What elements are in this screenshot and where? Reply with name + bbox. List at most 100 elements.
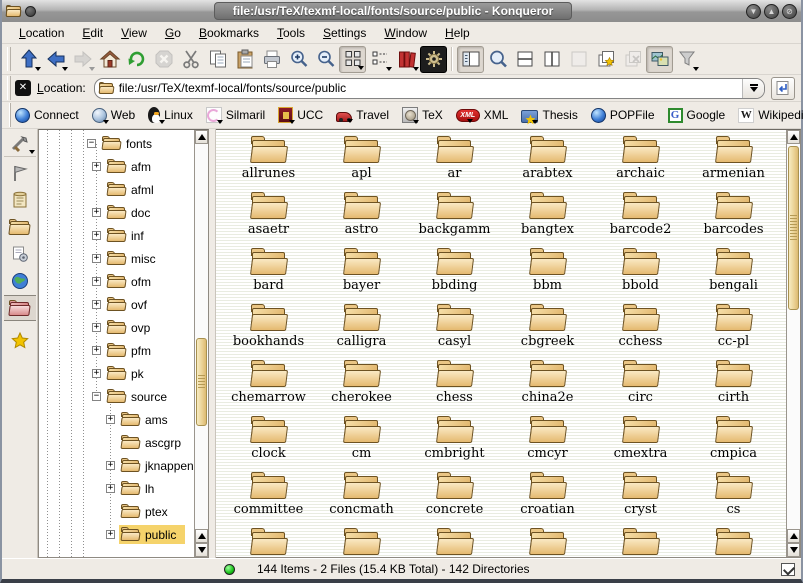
toolbar-grabber[interactable] <box>7 76 11 100</box>
menu-item[interactable]: Window <box>375 24 436 42</box>
multicolumn-view-button[interactable] <box>393 46 420 73</box>
bookmark-item[interactable]: XML XML <box>456 108 509 122</box>
folder-item[interactable]: china2e <box>501 360 594 416</box>
menu-item[interactable]: View <box>112 24 156 42</box>
folder-item[interactable]: armenian <box>687 136 780 192</box>
scrollbar-thumb[interactable] <box>788 146 799 310</box>
folder-item[interactable]: cherokee <box>315 360 408 416</box>
folder-item[interactable]: bengali <box>687 248 780 304</box>
reload-button[interactable] <box>123 46 150 73</box>
toolbar-grabber[interactable] <box>9 103 11 127</box>
folder-item[interactable]: cmbright <box>408 416 501 472</box>
menu-item[interactable]: Bookmarks <box>190 24 268 42</box>
folder-item[interactable]: apl <box>315 136 408 192</box>
filter-button[interactable] <box>673 46 700 73</box>
title-bar[interactable]: file:/usr/TeX/texmf-local/fonts/source/p… <box>2 0 801 22</box>
folder-item[interactable]: cirth <box>687 360 780 416</box>
close-button[interactable]: ⊘ <box>782 4 797 19</box>
folder-item[interactable]: chess <box>408 360 501 416</box>
print-button[interactable] <box>258 46 285 73</box>
tree-expander-icon[interactable]: + <box>92 277 101 286</box>
scroll-down-button[interactable] <box>787 543 800 557</box>
up-button[interactable] <box>15 46 42 73</box>
tree-expander-icon[interactable]: + <box>92 162 101 171</box>
folder-item[interactable]: bbm <box>501 248 594 304</box>
folder-item[interactable]: asaetr <box>222 192 315 248</box>
scroll-up-button[interactable] <box>195 130 208 144</box>
tree-item[interactable]: + ovf <box>39 293 194 316</box>
scroll-up-button[interactable] <box>195 529 208 543</box>
folder-item[interactable]: cchess <box>594 304 687 360</box>
new-tab-button[interactable] <box>592 46 619 73</box>
bookmark-item[interactable]: POPFile <box>591 108 655 123</box>
tree-expander-icon[interactable] <box>106 438 115 447</box>
find-file-button[interactable] <box>484 46 511 73</box>
tree-item[interactable]: + afm <box>39 155 194 178</box>
folder-item[interactable]: bayer <box>315 248 408 304</box>
tree-item[interactable]: + public <box>39 523 194 546</box>
folder-item[interactable]: bbding <box>408 248 501 304</box>
copy-button[interactable] <box>204 46 231 73</box>
image-preview-button[interactable] <box>646 46 673 73</box>
sidebar-tab-bookmark-flag[interactable] <box>4 160 36 186</box>
bookmark-item[interactable]: Travel <box>336 108 389 122</box>
iconview-scrollbar[interactable] <box>786 130 800 557</box>
tree-expander-icon[interactable]: + <box>106 461 115 470</box>
folder-item[interactable]: casyl <box>408 304 501 360</box>
bookmark-item[interactable]: Silmaril <box>206 107 265 123</box>
folder-item[interactable]: archaic <box>594 136 687 192</box>
bookmark-item[interactable]: G Google <box>668 108 726 123</box>
tree-item[interactable]: + misc <box>39 247 194 270</box>
menu-item[interactable]: Go <box>156 24 190 42</box>
tree-expander-icon[interactable]: − <box>87 139 96 148</box>
bookmark-item[interactable]: UCC <box>278 107 323 123</box>
sidebar-tab-root-folder[interactable] <box>4 295 36 321</box>
folder-item[interactable]: cc-pl <box>687 304 780 360</box>
tree-item[interactable]: − source <box>39 385 194 408</box>
folder-item[interactable]: concmath <box>315 472 408 528</box>
maximize-button[interactable]: ▲ <box>764 4 779 19</box>
tree-item[interactable]: + jknappen <box>39 454 194 477</box>
sidebar-tab-network[interactable] <box>4 268 36 294</box>
sidebar-tab-home-folder[interactable] <box>4 214 36 240</box>
folder-item[interactable]: clock <box>222 416 315 472</box>
tree-expander-icon[interactable]: + <box>92 346 101 355</box>
folder-item[interactable] <box>594 528 687 558</box>
sidebar-tab-history-scroll[interactable] <box>4 187 36 213</box>
folder-item[interactable]: bbold <box>594 248 687 304</box>
folder-item[interactable]: chemarrow <box>222 360 315 416</box>
list-view-button[interactable] <box>366 46 393 73</box>
folder-item[interactable]: calligra <box>315 304 408 360</box>
tree-item[interactable]: + ofm <box>39 270 194 293</box>
statusbar-indicator-icon[interactable] <box>781 563 795 576</box>
back-button[interactable] <box>42 46 69 73</box>
folder-item[interactable]: bangtex <box>501 192 594 248</box>
folder-item[interactable]: cbgreek <box>501 304 594 360</box>
tree-expander-icon[interactable]: + <box>106 415 115 424</box>
tree-item[interactable]: ascgrp <box>39 431 194 454</box>
tree-expander-icon[interactable]: + <box>92 254 101 263</box>
go-button[interactable] <box>771 77 795 100</box>
menu-item[interactable]: Settings <box>314 24 375 42</box>
panel-splitter[interactable] <box>209 129 216 558</box>
folder-item[interactable]: circ <box>594 360 687 416</box>
menu-item[interactable]: Tools <box>268 24 314 42</box>
icon-view-button[interactable] <box>339 46 366 73</box>
folder-item[interactable] <box>315 528 408 558</box>
tree-expander-icon[interactable]: + <box>92 300 101 309</box>
folder-item[interactable]: backgamm <box>408 192 501 248</box>
folder-item[interactable]: barcodes <box>687 192 780 248</box>
folder-item[interactable]: croatian <box>501 472 594 528</box>
folder-item[interactable]: ar <box>408 136 501 192</box>
home-button[interactable] <box>96 46 123 73</box>
tree-item[interactable]: + pfm <box>39 339 194 362</box>
menu-item[interactable]: Edit <box>73 24 112 42</box>
menu-item[interactable]: Help <box>436 24 479 42</box>
cut-button[interactable] <box>177 46 204 73</box>
zoom-out-button[interactable] <box>312 46 339 73</box>
tree-expander-icon[interactable] <box>106 507 115 516</box>
location-input[interactable]: file:/usr/TeX/texmf-local/fonts/source/p… <box>119 81 346 95</box>
folder-item[interactable]: cs <box>687 472 780 528</box>
bookmark-item[interactable]: Thesis <box>521 108 577 123</box>
scrollbar-thumb[interactable] <box>196 338 207 426</box>
